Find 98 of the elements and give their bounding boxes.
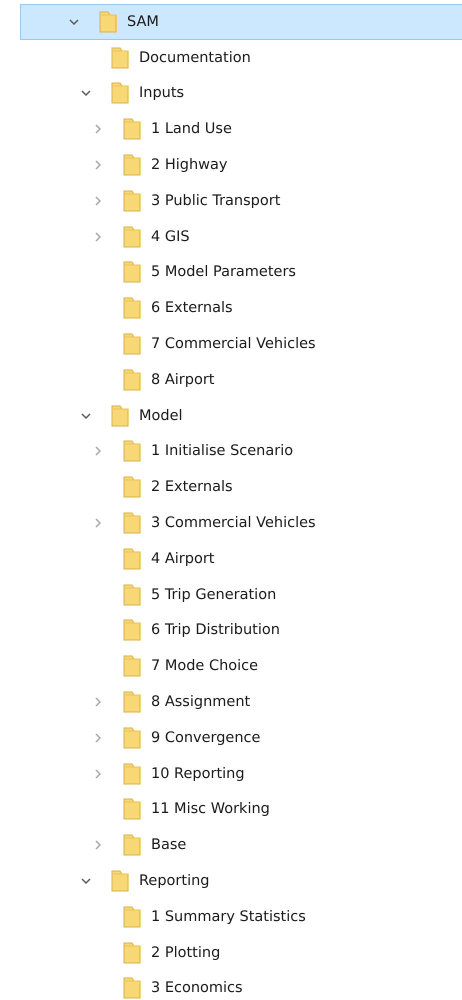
folder-name: 7 Commercial Vehicles (151, 336, 316, 352)
folder-icon (123, 834, 141, 856)
folder-icon (123, 190, 141, 212)
folder-icon (99, 10, 117, 33)
chevron-down-icon[interactable] (81, 90, 91, 96)
folder-name: 3 Public Transport (151, 192, 280, 209)
folder-name: 2 Plotting (151, 944, 220, 961)
folder-name: 2 Highway (151, 157, 228, 174)
chevron-down-icon[interactable] (81, 878, 91, 884)
folder-name: 8 Airport (151, 372, 214, 388)
tree-item[interactable]: 1 Initialise Scenario (20, 434, 462, 470)
folder-icon (123, 691, 141, 714)
folder-icon (123, 942, 141, 964)
folder-name: 7 Mode Choice (151, 658, 258, 674)
tree-item[interactable]: 1 Summary Statistics (20, 898, 462, 935)
folder-name: 1 Land Use (151, 121, 232, 138)
tree-item[interactable]: 7 Mode Choice (20, 648, 462, 684)
folder-icon (123, 118, 141, 140)
tree-item[interactable]: 10 Reporting (20, 756, 462, 792)
folder-icon (111, 82, 129, 104)
tree-item[interactable]: Reporting (20, 863, 462, 899)
folder-name: SAM (127, 14, 159, 30)
tree-item[interactable]: Base (20, 827, 462, 864)
folder-name: 2 Externals (151, 479, 233, 496)
folder-name: Model (139, 408, 183, 424)
tree-item[interactable]: 7 Commercial Vehicles (20, 326, 462, 362)
chevron-right-icon[interactable] (95, 160, 101, 170)
folder-name: 3 Economics (151, 980, 243, 996)
folder-icon (123, 906, 141, 928)
tree-item[interactable]: 3 Public Transport (20, 182, 462, 219)
folder-name: 6 Externals (151, 300, 233, 316)
folder-name: Reporting (139, 873, 210, 890)
folder-icon (123, 440, 141, 462)
chevron-right-icon[interactable] (95, 196, 101, 206)
tree-item[interactable]: 2 Highway (20, 147, 462, 183)
tree-item[interactable]: 6 Externals (20, 290, 462, 326)
chevron-right-icon[interactable] (95, 768, 101, 779)
tree-item[interactable]: 4 GIS (20, 218, 462, 255)
folder-name: Documentation (139, 50, 251, 66)
chevron-right-icon[interactable] (95, 232, 101, 242)
folder-icon (123, 762, 141, 785)
tree-item[interactable]: 11 Misc Working (20, 792, 462, 828)
chevron-right-icon[interactable] (95, 697, 101, 708)
tree-item[interactable]: Model (20, 398, 462, 434)
tree-item[interactable]: 2 Externals (20, 469, 462, 506)
folder-icon (123, 512, 141, 534)
folder-icon (123, 226, 141, 248)
folder-name: 1 Summary Statistics (151, 908, 306, 925)
folder-name: 9 Convergence (151, 730, 260, 746)
chevron-right-icon[interactable] (95, 124, 101, 134)
tree-item[interactable]: Inputs (20, 76, 462, 112)
folder-icon (123, 261, 141, 284)
chevron-down-icon[interactable] (81, 412, 91, 419)
tree-item[interactable]: 3 Economics (20, 970, 462, 1000)
folder-icon (123, 548, 141, 570)
folder-icon (123, 476, 141, 498)
folder-name: 4 Airport (151, 550, 214, 567)
tree-item[interactable]: 4 Airport (20, 540, 462, 577)
folder-name: Inputs (139, 85, 184, 102)
folder-icon (123, 154, 141, 176)
tree-item[interactable]: 8 Airport (20, 362, 462, 398)
tree-item[interactable]: 2 Plotting (20, 934, 462, 971)
chevron-right-icon[interactable] (95, 840, 101, 850)
folder-icon (123, 798, 141, 820)
folder-name: 4 GIS (151, 228, 190, 245)
folder-icon (111, 46, 129, 69)
tree-item[interactable]: 9 Convergence (20, 720, 462, 756)
tree-item[interactable]: 1 Land Use (20, 111, 462, 148)
folder-icon (123, 368, 141, 391)
folder-icon (111, 870, 129, 892)
folder-name: Base (151, 837, 186, 854)
tree-item[interactable]: 5 Trip Generation (20, 576, 462, 613)
folder-name: 3 Commercial Vehicles (151, 515, 316, 532)
folder-name: 10 Reporting (151, 766, 245, 782)
chevron-right-icon[interactable] (95, 732, 101, 743)
chevron-right-icon[interactable] (95, 446, 101, 456)
folder-icon (123, 977, 141, 1000)
folder-icon (123, 619, 141, 642)
folder-icon (123, 655, 141, 678)
folder-name: 5 Model Parameters (151, 264, 296, 280)
folder-name: 6 Trip Distribution (151, 622, 280, 638)
folder-name: 8 Assignment (151, 694, 250, 710)
tree-item[interactable]: 8 Assignment (20, 684, 462, 720)
folder-icon (123, 297, 141, 320)
folder-icon (111, 404, 129, 427)
folder-icon (123, 726, 141, 749)
folder-icon (123, 333, 141, 356)
folder-name: 5 Trip Generation (151, 586, 276, 603)
tree-item[interactable]: 6 Trip Distribution (20, 612, 462, 648)
folder-icon (123, 584, 141, 606)
chevron-right-icon[interactable] (95, 518, 101, 528)
folder-name: 11 Misc Working (151, 801, 270, 818)
tree-item[interactable]: Documentation (20, 40, 462, 76)
tree-item[interactable]: 5 Model Parameters (20, 254, 462, 290)
tree-item[interactable]: 3 Commercial Vehicles (20, 505, 462, 541)
folder-name: 1 Initialise Scenario (151, 443, 294, 460)
tree-item[interactable]: SAM (20, 4, 462, 40)
chevron-down-icon[interactable] (69, 18, 79, 25)
